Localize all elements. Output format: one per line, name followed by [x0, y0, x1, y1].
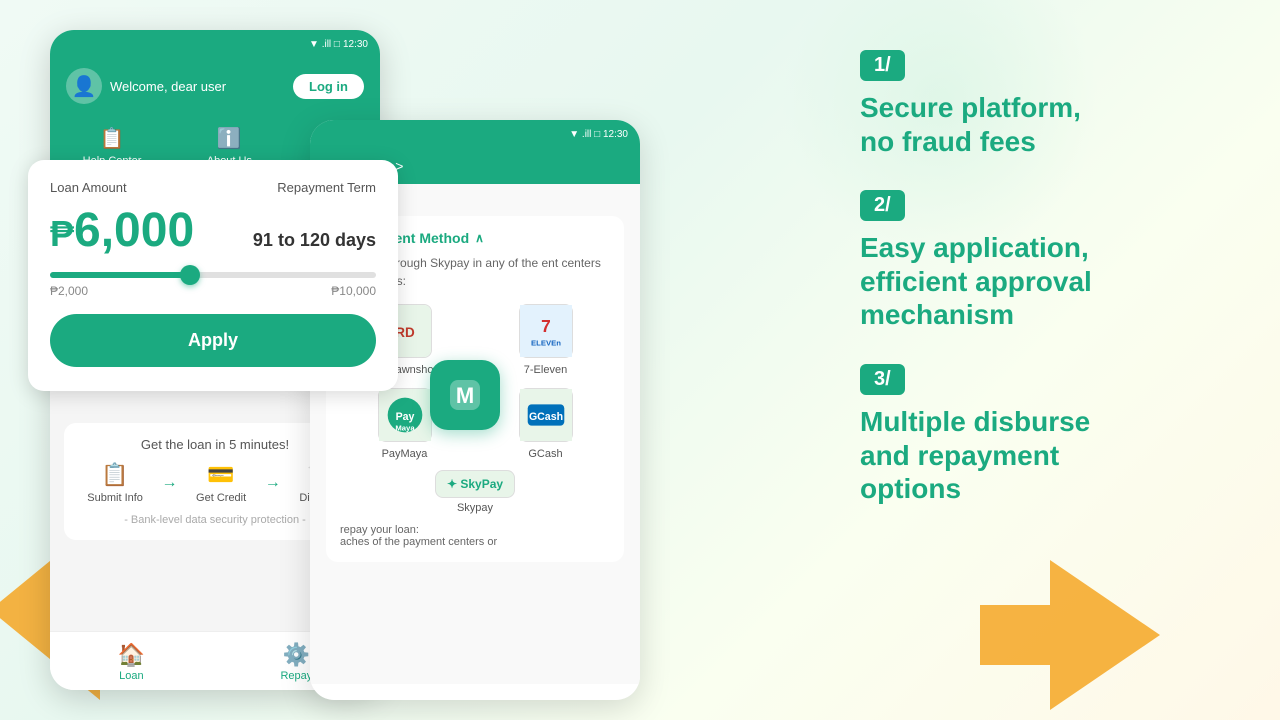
loan-amount-label: Loan Amount: [50, 180, 127, 195]
arrow-1: →: [161, 474, 177, 492]
status-bar-mid: ▼ .ill □ 12:30: [310, 120, 640, 148]
slider-track: [50, 272, 376, 278]
slider-min: ₱2,000: [50, 284, 88, 298]
step-credit: 💳 Get Credit: [196, 462, 246, 504]
loan-values-row: ₱6,000 91 to 120 days: [50, 203, 376, 260]
loan-card: Loan Amount Repayment Term ₱6,000 91 to …: [28, 160, 398, 391]
loan-slider[interactable]: [50, 272, 376, 278]
svg-text:ELEVEn: ELEVEn: [531, 338, 561, 347]
svg-text:GCash: GCash: [528, 411, 562, 423]
slider-fill: [50, 272, 190, 278]
help-icon: 📋: [100, 126, 125, 151]
svg-text:M: M: [456, 383, 474, 408]
step-credit-label: Get Credit: [196, 492, 246, 504]
paymaya-logo: Pay Maya: [378, 388, 432, 442]
paymaya-label: PayMaya: [382, 448, 428, 460]
repay-icon: ⚙️: [283, 642, 310, 668]
gcash-logo: GCash: [519, 388, 573, 442]
payment-gcash: GCash GCash: [481, 388, 610, 460]
credit-icon: 💳: [207, 462, 234, 488]
feature-2: 2/ Easy application,efficient approvalme…: [860, 190, 1240, 332]
loan-labels: Loan Amount Repayment Term: [50, 180, 376, 195]
svg-text:Maya: Maya: [395, 423, 415, 432]
feature-3: 3/ Multiple disburseand repaymentoptions: [860, 364, 1240, 506]
status-bar-main: ▼ .ill □ 12:30: [50, 30, 380, 58]
slider-max: ₱10,000: [331, 284, 376, 298]
avatar: 👤: [66, 68, 102, 104]
repayment-label: Repayment Term: [277, 180, 376, 195]
slider-thumb: [180, 265, 200, 285]
footer-text: repay your loan:: [340, 524, 610, 536]
status-icons: ▼ .ill □ 12:30: [309, 39, 368, 50]
skypay-label: Skypay: [457, 502, 493, 514]
bottom-repay[interactable]: ⚙️ Repay: [280, 642, 312, 682]
time-main: 12:30: [343, 39, 368, 50]
amount-number: 6,000: [74, 204, 194, 257]
submit-icon: 📋: [101, 462, 128, 488]
svg-text:Pay: Pay: [395, 411, 414, 423]
footer-text-2: aches of the payment centers or: [340, 536, 497, 548]
gcash-label: GCash: [528, 448, 562, 460]
skypay-logo-text: ✦ SkyPay: [447, 477, 503, 491]
paymaya-logo-svg: Pay Maya: [379, 388, 431, 442]
7eleven-logo: 7 ELEVEn: [519, 304, 573, 358]
feature-2-text: Easy application,efficient approvalmecha…: [860, 231, 1240, 332]
bottom-loan[interactable]: 🏠 Loan: [118, 642, 145, 682]
repayment-value: 91 to 120 days: [253, 230, 376, 251]
footer-text2: aches of the payment centers or: [340, 536, 610, 548]
7eleven-label: 7-Eleven: [524, 364, 567, 376]
bottom-loan-label: Loan: [119, 670, 143, 682]
phone-header: 👤 Welcome, dear user Log in: [50, 58, 380, 118]
loan-icon: 🏠: [118, 642, 145, 668]
loan-amount-value: ₱6,000: [50, 203, 194, 258]
feature-1: 1/ Secure platform,no fraud fees: [860, 50, 1240, 158]
skypay-logo: ✦ SkyPay: [435, 470, 515, 498]
svg-text:7: 7: [541, 316, 551, 336]
app-icon: M: [430, 360, 500, 430]
about-icon: ℹ️: [217, 126, 242, 151]
skypay-row: ✦ SkyPay Skypay: [340, 470, 610, 514]
feature-1-number: 1/: [860, 50, 905, 81]
gcash-logo-svg: GCash: [520, 388, 572, 442]
step-submit-label: Submit Info: [87, 492, 143, 504]
status-mid-text: ▼ .ill □ 12:30: [569, 129, 628, 140]
slider-range: ₱2,000 ₱10,000: [50, 284, 376, 298]
feature-3-number: 3/: [860, 364, 905, 395]
step-submit: 📋 Submit Info: [87, 462, 143, 504]
chevron-up-icon: ∧: [475, 231, 484, 245]
welcome-text: Welcome, dear user: [110, 79, 226, 94]
app-logo-svg: M: [445, 375, 485, 415]
welcome-area: 👤 Welcome, dear user: [66, 68, 226, 104]
login-button[interactable]: Log in: [293, 74, 364, 99]
decorative-arrow-right: [980, 560, 1160, 710]
apply-button[interactable]: Apply: [50, 314, 376, 367]
peso-sign: ₱: [50, 213, 74, 254]
feature-1-text: Secure platform,no fraud fees: [860, 91, 1240, 158]
7eleven-logo-svg: 7 ELEVEn: [520, 304, 572, 358]
footer-text-1: repay your loan:: [340, 524, 419, 536]
bottom-repay-label: Repay: [280, 670, 312, 682]
feature-3-text: Multiple disburseand repaymentoptions: [860, 405, 1240, 506]
features-section: 1/ Secure platform,no fraud fees 2/ Easy…: [860, 50, 1240, 538]
arrow-2: →: [265, 474, 281, 492]
feature-2-number: 2/: [860, 190, 905, 221]
payment-7eleven: 7 ELEVEn 7-Eleven: [481, 304, 610, 376]
